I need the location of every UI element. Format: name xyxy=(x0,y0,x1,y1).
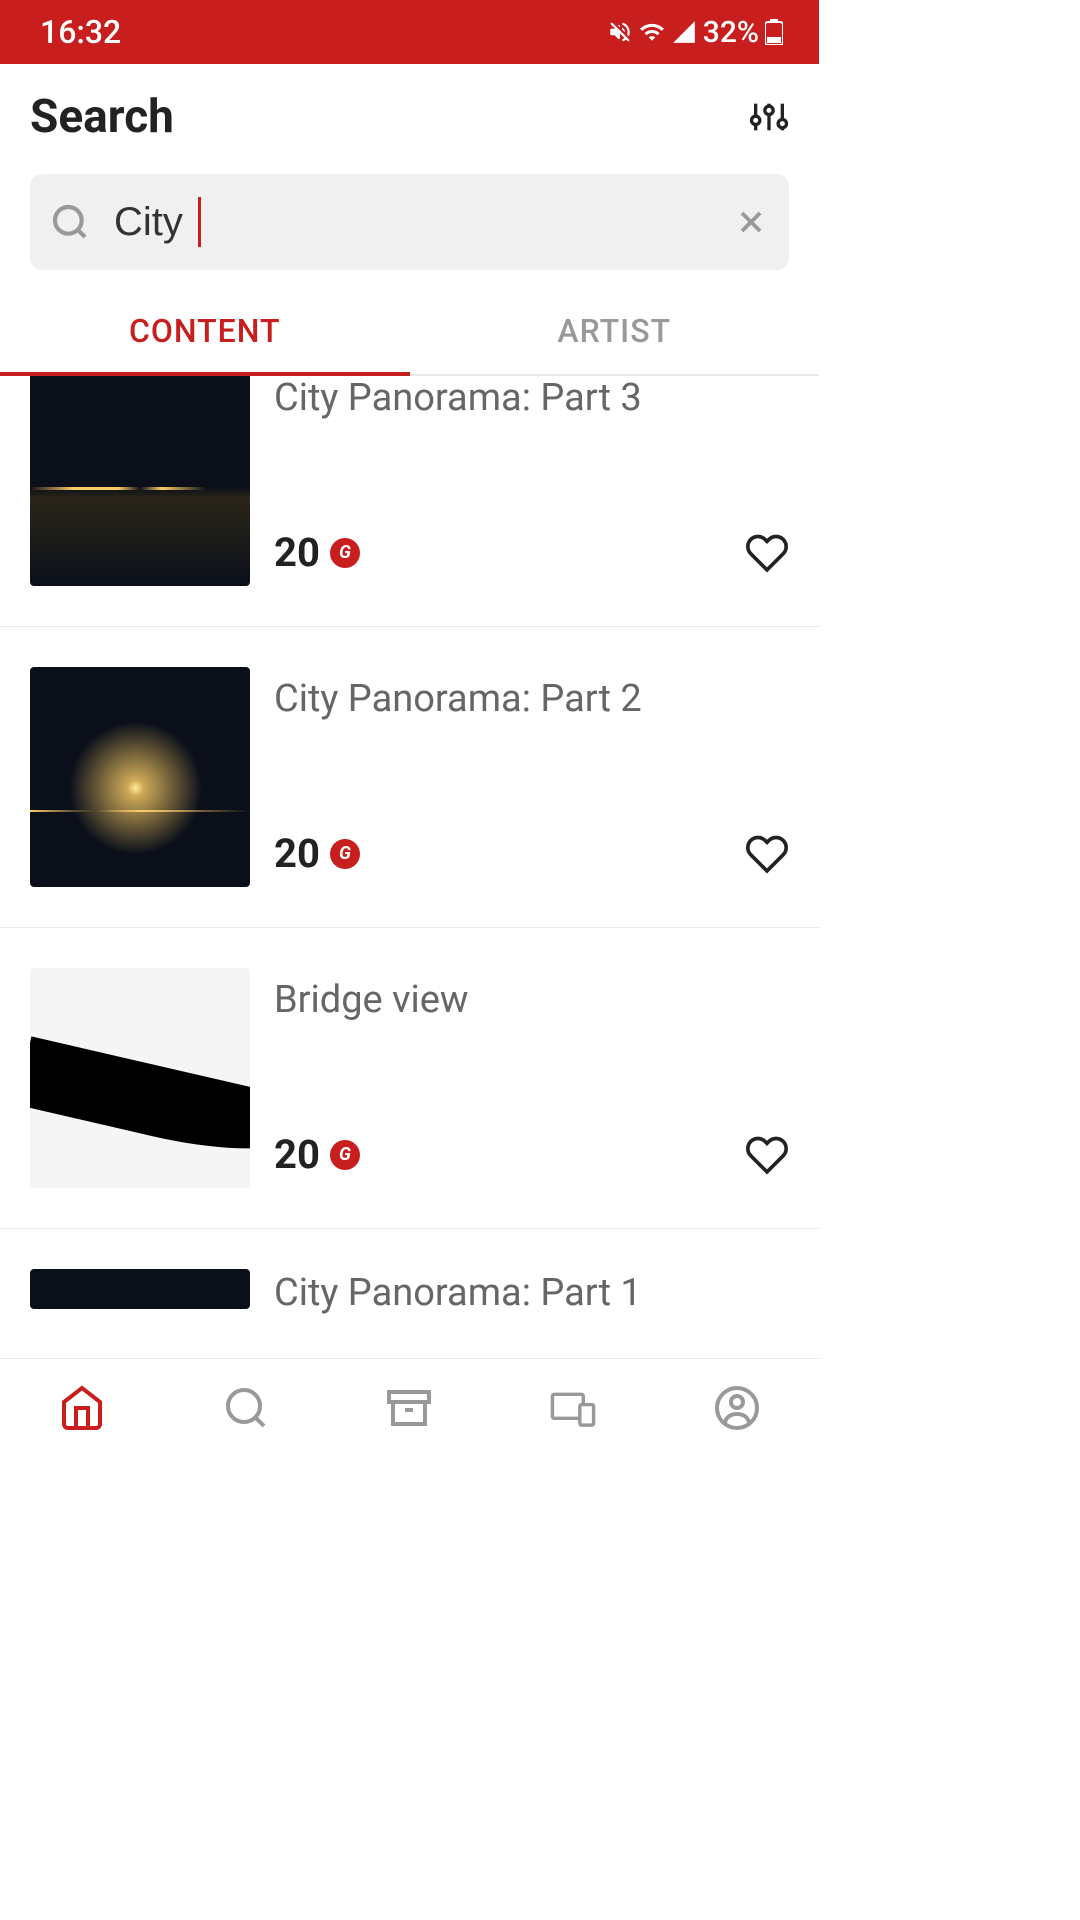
filter-icon[interactable] xyxy=(749,97,789,137)
price-value: 20 xyxy=(274,1131,320,1178)
result-info: City Panorama: Part 1 xyxy=(274,1269,789,1315)
thumbnail xyxy=(30,968,250,1188)
coin-icon: G xyxy=(330,538,360,568)
signal-icon xyxy=(671,19,697,45)
list-item[interactable]: Bridge view 20 G xyxy=(0,928,819,1229)
list-item[interactable]: City Panorama: Part 2 20 G xyxy=(0,627,819,928)
search-icon xyxy=(50,202,90,242)
thumbnail xyxy=(30,1269,250,1309)
battery-percent: 32% xyxy=(703,15,759,50)
status-time: 16:32 xyxy=(40,13,121,51)
nav-home[interactable] xyxy=(58,1384,106,1432)
tab-artist[interactable]: ARTIST xyxy=(410,288,820,374)
header: Search xyxy=(0,64,819,156)
nav-devices[interactable] xyxy=(549,1384,597,1432)
page-title: Search xyxy=(30,90,174,144)
tab-content[interactable]: CONTENT xyxy=(0,288,410,374)
coin-icon: G xyxy=(330,839,360,869)
results-list[interactable]: City Panorama: Part 3 20 G City Panorama… xyxy=(0,376,819,1358)
search-bar[interactable] xyxy=(30,174,789,270)
search-input[interactable] xyxy=(90,200,733,245)
archive-icon xyxy=(385,1384,433,1432)
price: 20 G xyxy=(274,830,360,877)
status-right: 32% xyxy=(607,15,783,50)
search-container xyxy=(0,156,819,288)
price-value: 20 xyxy=(274,830,320,877)
heart-icon[interactable] xyxy=(745,531,789,575)
price: 20 G xyxy=(274,529,360,576)
price-value: 20 xyxy=(274,529,320,576)
heart-icon[interactable] xyxy=(745,1133,789,1177)
coin-icon: G xyxy=(330,1140,360,1170)
thumbnail xyxy=(30,376,250,586)
thumbnail xyxy=(30,667,250,887)
nav-profile[interactable] xyxy=(713,1384,761,1432)
list-item[interactable]: City Panorama: Part 3 20 G xyxy=(0,376,819,627)
profile-icon xyxy=(713,1384,761,1432)
result-info: Bridge view 20 G xyxy=(274,968,789,1188)
result-title: City Panorama: Part 2 xyxy=(274,677,789,721)
heart-icon[interactable] xyxy=(745,832,789,876)
search-icon xyxy=(222,1384,270,1432)
bottom-nav xyxy=(0,1358,819,1456)
price: 20 G xyxy=(274,1131,360,1178)
result-title: Bridge view xyxy=(274,978,789,1022)
result-info: City Panorama: Part 2 20 G xyxy=(274,667,789,887)
clear-icon[interactable] xyxy=(733,204,769,240)
list-item[interactable]: City Panorama: Part 1 xyxy=(0,1229,819,1315)
tabs: CONTENT ARTIST xyxy=(0,288,819,376)
mute-icon xyxy=(607,19,633,45)
home-icon xyxy=(58,1384,106,1432)
result-info: City Panorama: Part 3 20 G xyxy=(274,376,789,586)
result-title: City Panorama: Part 3 xyxy=(274,376,789,420)
wifi-icon xyxy=(639,19,665,45)
nav-archive[interactable] xyxy=(385,1384,433,1432)
nav-search[interactable] xyxy=(222,1384,270,1432)
result-title: City Panorama: Part 1 xyxy=(274,1271,789,1315)
devices-icon xyxy=(549,1384,597,1432)
status-bar: 16:32 32% xyxy=(0,0,819,64)
text-cursor xyxy=(198,197,201,247)
battery-icon xyxy=(765,19,783,45)
